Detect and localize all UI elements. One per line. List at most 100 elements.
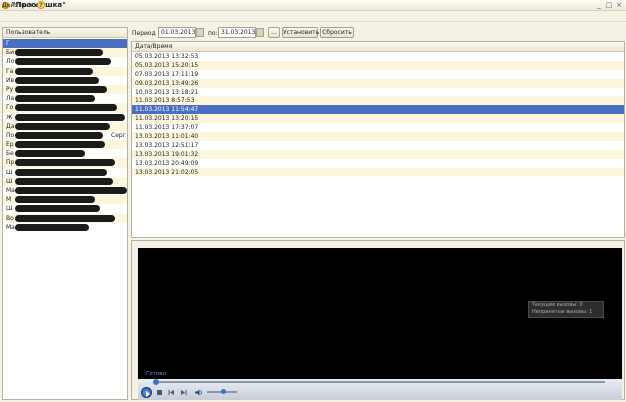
user-list-item[interactable]: Ш bbox=[3, 176, 127, 186]
table-row[interactable]: 13.03.2013 21:02:05 bbox=[132, 167, 624, 177]
user-name: Ла bbox=[6, 95, 15, 103]
previous-icon[interactable] bbox=[168, 389, 175, 396]
stop-icon[interactable] bbox=[156, 389, 163, 396]
table-row[interactable]: 11.03.2013 17:37:07 bbox=[132, 123, 624, 132]
title-bar bbox=[0, 0, 626, 11]
redaction-mark bbox=[15, 168, 107, 176]
redaction-mark bbox=[15, 141, 105, 149]
table-row[interactable]: 05.03.2013 13:32:53 bbox=[132, 52, 624, 61]
user-list-item[interactable]: Пр bbox=[3, 158, 127, 168]
user-list-item[interactable]: Ру bbox=[3, 84, 127, 95]
user-list-item[interactable]: Бе bbox=[3, 149, 127, 158]
redaction-mark bbox=[15, 131, 103, 139]
seek-handle[interactable] bbox=[153, 379, 159, 385]
redaction-mark bbox=[15, 95, 95, 103]
seek-bar[interactable] bbox=[155, 381, 605, 383]
user-list-item[interactable]: Га bbox=[3, 66, 127, 76]
redaction-mark bbox=[15, 187, 127, 194]
user-name: По bbox=[6, 131, 15, 139]
current-calls-text: Текущие вызовы: 0 bbox=[532, 302, 583, 308]
user-list-item[interactable]: Ив bbox=[3, 76, 127, 85]
user-name: Пр bbox=[6, 159, 15, 167]
user-list-item[interactable]: Ш bbox=[3, 168, 127, 177]
datetime-grid: Дата/Время 05.03.2013 13:32:53 05.03.2013… bbox=[131, 41, 625, 238]
calendar-from-icon[interactable] bbox=[196, 28, 204, 37]
user-name: Го bbox=[6, 104, 14, 112]
user-name: Ш bbox=[6, 177, 13, 185]
user-name: Ш bbox=[6, 205, 13, 213]
help-icon[interactable]: ? bbox=[37, 1, 45, 9]
redaction-mark bbox=[15, 122, 110, 130]
volume-handle[interactable] bbox=[221, 389, 226, 394]
user-list-panel: Пользователь Г Би Ло Га Ив Ру Ла Го Ж Да По Серг Ер Б… bbox=[2, 27, 128, 400]
redaction-mark bbox=[15, 150, 85, 158]
user-name: Ма bbox=[6, 187, 15, 194]
table-row[interactable]: 13.03.2013 20:49:09 bbox=[132, 159, 624, 168]
user-list-item[interactable]: Г bbox=[3, 39, 127, 49]
redaction-mark bbox=[15, 104, 117, 112]
user-name: Г bbox=[6, 40, 10, 47]
user-list-item[interactable]: Би bbox=[3, 48, 127, 58]
user-list: Г Би Ло Га Ив Ру Ла Го Ж Да По Серг Ер Бе Пр Ш Ш Ма М Ш Во Ма bbox=[3, 39, 127, 232]
user-name: Бе bbox=[6, 150, 14, 158]
redaction-mark bbox=[15, 223, 89, 231]
user-name: Да bbox=[6, 122, 15, 130]
play-button[interactable] bbox=[141, 387, 152, 398]
period-select-button[interactable]: ... bbox=[268, 27, 280, 38]
datetime-rows: 05.03.2013 13:32:53 05.03.2013 15:20:15 07… bbox=[132, 52, 624, 177]
table-row[interactable]: 09.03.2013 13:49:26 bbox=[132, 78, 624, 88]
table-row[interactable]: 10.03.2013 13:18:21 bbox=[132, 88, 624, 97]
user-list-item[interactable]: М bbox=[3, 195, 127, 205]
user-list-item[interactable]: Ла bbox=[3, 94, 127, 103]
set-button[interactable]: Установить bbox=[282, 27, 319, 38]
table-row[interactable]: 07.03.2013 17:11:19 bbox=[132, 70, 624, 79]
redaction-mark bbox=[15, 85, 107, 93]
volume-icon[interactable] bbox=[195, 389, 202, 396]
user-list-item[interactable]: По Серг bbox=[3, 131, 127, 140]
reset-button[interactable]: Сбросить bbox=[320, 27, 354, 38]
redaction-mark bbox=[15, 214, 115, 222]
actions-menu[interactable]: Действия ▾ bbox=[2, 2, 37, 9]
user-list-item[interactable]: Ма bbox=[3, 186, 127, 195]
user-list-item[interactable]: Ма bbox=[3, 223, 127, 232]
redaction-mark bbox=[15, 205, 100, 213]
datetime-column-header[interactable]: Дата/Время bbox=[132, 42, 624, 52]
user-list-item[interactable]: Во bbox=[3, 213, 127, 223]
next-icon[interactable] bbox=[180, 389, 187, 396]
table-row[interactable]: 13.03.2013 12:51:17 bbox=[132, 141, 624, 150]
redaction-mark bbox=[15, 159, 115, 167]
date-to-field[interactable]: 31.03.2013 bbox=[218, 27, 256, 38]
menu-bar bbox=[0, 11, 626, 22]
minimize-button[interactable]: _ bbox=[594, 1, 604, 10]
table-row[interactable]: 13.03.2013 11:01:40 bbox=[132, 132, 624, 141]
user-list-item[interactable]: Ш bbox=[3, 204, 127, 213]
redaction-mark bbox=[15, 196, 95, 204]
table-row[interactable]: 13.03.2013 19:01:32 bbox=[132, 149, 624, 159]
player-status: Готово bbox=[146, 371, 166, 377]
redaction-mark bbox=[15, 76, 99, 84]
user-name: Ма bbox=[6, 223, 15, 231]
user-list-item[interactable]: Да bbox=[3, 121, 127, 131]
user-name: Ш bbox=[6, 168, 13, 176]
table-row[interactable]: 11.03.2013 13:20:15 bbox=[132, 114, 624, 124]
user-list-item[interactable]: Го bbox=[3, 103, 127, 113]
user-list-item[interactable]: Ж bbox=[3, 113, 127, 122]
user-name: Би bbox=[6, 49, 15, 57]
call-notification: Текущие вызовы: 0 Непринятые вызовы: 1 bbox=[528, 301, 604, 318]
user-list-item[interactable]: Ло bbox=[3, 57, 127, 66]
user-list-item[interactable]: Ер bbox=[3, 140, 127, 150]
user-name-tail: Серг bbox=[111, 131, 126, 139]
close-button[interactable]: × bbox=[614, 1, 624, 10]
user-name: М bbox=[6, 196, 12, 204]
user-column-header[interactable]: Пользователь bbox=[3, 28, 127, 38]
table-row[interactable]: 11.03.2013 11:54:47 bbox=[132, 105, 624, 115]
redaction-mark bbox=[15, 177, 113, 185]
date-from-field[interactable]: 01.03.2013 bbox=[158, 27, 196, 38]
redaction-mark bbox=[15, 67, 93, 75]
table-row[interactable]: 11.03.2013 8:57:53 bbox=[132, 96, 624, 106]
user-name: Ив bbox=[6, 76, 15, 84]
maximize-button[interactable]: □ bbox=[604, 1, 614, 10]
table-row[interactable]: 05.03.2013 15:20:15 bbox=[132, 60, 624, 70]
calendar-to-icon[interactable] bbox=[256, 28, 264, 37]
user-name: Ру bbox=[6, 85, 14, 93]
